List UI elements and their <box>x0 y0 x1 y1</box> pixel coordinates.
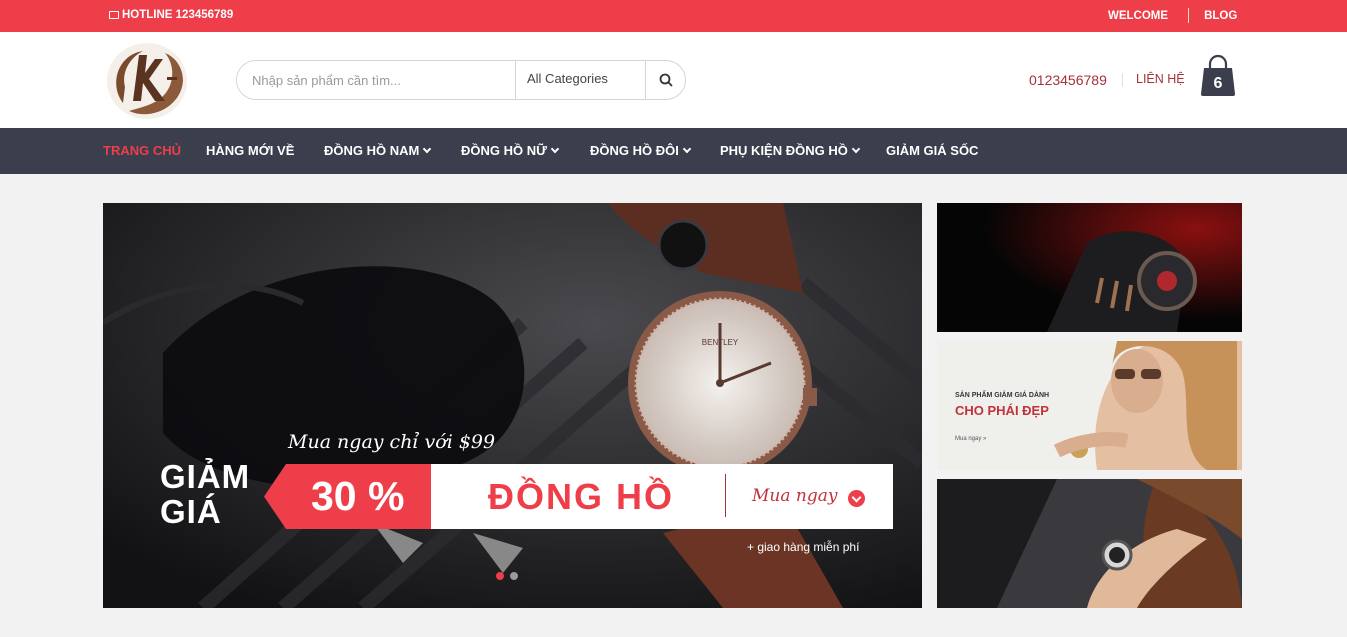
hero-slider[interactable]: BENTLEY Mua ngay chỉ với $99 GIẢM GIÁ 30… <box>103 203 922 608</box>
nav-label: ĐỒNG HỒ NỮ <box>461 143 547 158</box>
watch-brand-text: BENTLEY <box>702 338 739 347</box>
free-shipping-text: + giao hàng miễn phí <box>747 540 860 554</box>
discount-label-line1: GIẢM <box>160 458 251 495</box>
chevron-down-icon[interactable] <box>848 490 865 507</box>
nav-item-couple-watches[interactable]: ĐỒNG HỒ ĐÔI <box>590 143 692 158</box>
cart-button[interactable]: 6 <box>1198 54 1238 100</box>
divider <box>1188 8 1190 23</box>
slider-dots <box>496 572 518 580</box>
chevron-down-icon <box>682 144 692 153</box>
side-banner-2-link[interactable]: Mua ngay » <box>955 436 986 442</box>
nav-item-accessories[interactable]: PHỤ KIỆN ĐỒNG HỒ <box>720 143 861 158</box>
search-button[interactable] <box>645 61 685 99</box>
promo-subtitle: Mua ngay chỉ với $99 <box>288 431 496 453</box>
search-icon <box>659 73 673 87</box>
discount-label-line2: GIÁ <box>160 493 222 530</box>
hotline-text: HOTLINE 123456789 <box>122 9 234 21</box>
main-nav: TRANG CHỦ HÀNG MỚI VỀ ĐỒNG HỒ NAM ĐỒNG H… <box>0 128 1347 174</box>
side-banner-3[interactable] <box>937 479 1242 608</box>
nav-label: ĐỒNG HỒ NAM <box>324 143 420 158</box>
search-input[interactable] <box>237 61 515 99</box>
nav-item-womens-watches[interactable]: ĐỒNG HỒ NỮ <box>461 143 560 158</box>
side-banner-2-subtitle: SẢN PHẨM GIẢM GIÁ DÀNH <box>955 392 1050 399</box>
nav-label: ĐỒNG HỒ ĐÔI <box>590 143 679 158</box>
watch-closeup-image <box>937 203 1242 332</box>
header: All Categories 0123456789 LIÊN HỆ 6 <box>0 32 1347 128</box>
search-bar: All Categories <box>236 60 686 100</box>
chevron-down-icon <box>423 144 432 153</box>
discount-percent: 30 % <box>311 473 405 519</box>
cart-count: 6 <box>1213 75 1223 92</box>
nav-item-home[interactable]: TRANG CHỦ <box>103 143 181 158</box>
welcome-link[interactable]: WELCOME <box>1108 10 1168 22</box>
nav-label: GIẢM GIÁ SỐC <box>886 143 979 158</box>
contact-link[interactable]: LIÊN HỆ <box>1136 72 1185 86</box>
site-logo[interactable] <box>103 41 191 121</box>
discount-label: GIẢM GIÁ <box>160 459 250 529</box>
promo-product: ĐỒNG HỒ <box>488 476 675 517</box>
slider-dot-2[interactable] <box>510 572 518 580</box>
phone-icon <box>109 11 119 19</box>
header-phone[interactable]: 0123456789 <box>1029 72 1107 88</box>
side-banner-1[interactable] <box>937 203 1242 332</box>
side-banner-2[interactable]: SẢN PHẨM GIẢM GIÁ DÀNH CHO PHÁI ĐẸP Mua … <box>937 341 1242 470</box>
nav-item-new-arrivals[interactable]: HÀNG MỚI VỀ <box>206 143 294 158</box>
slider-dot-1[interactable] <box>496 572 504 580</box>
hotline: HOTLINE 123456789 <box>109 9 233 21</box>
divider <box>725 474 726 517</box>
top-bar: HOTLINE 123456789 WELCOME BLOG <box>0 0 1347 32</box>
chevron-down-icon <box>851 144 861 153</box>
chevron-down-icon <box>550 144 560 153</box>
nav-label: HÀNG MỚI VỀ <box>206 143 295 158</box>
nav-label: TRANG CHỦ <box>103 143 181 158</box>
nav-item-hot-sale[interactable]: GIẢM GIÁ SỐC <box>886 143 978 158</box>
side-banner-2-title: CHO PHÁI ĐẸP <box>955 403 1049 418</box>
category-select[interactable]: All Categories <box>515 61 645 99</box>
nav-item-mens-watches[interactable]: ĐỒNG HỒ NAM <box>324 143 432 158</box>
top-links: WELCOME BLOG <box>1108 8 1237 23</box>
blog-link[interactable]: BLOG <box>1204 10 1237 22</box>
buy-now-link[interactable]: Mua ngay <box>752 486 837 506</box>
nav-label: PHỤ KIỆN ĐỒNG HỒ <box>720 143 848 158</box>
woman-car-image <box>937 479 1242 608</box>
divider <box>1122 73 1123 87</box>
